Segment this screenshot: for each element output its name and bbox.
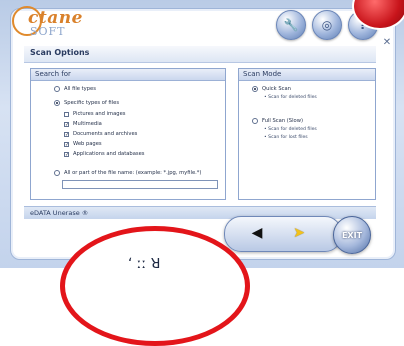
all-file-types-option[interactable]: All file types [54, 86, 96, 92]
scan-button[interactable]: ◎ [312, 10, 342, 40]
search-for-header: Search for [31, 69, 225, 81]
type-label: Pictures and images [73, 111, 126, 117]
full-scan-label: Full Scan (Slow) [262, 118, 303, 124]
type-checkbox-documents[interactable]: ✓ Documents and archives [64, 131, 137, 137]
type-label: Documents and archives [73, 131, 138, 137]
tools-icon: 🔧 [283, 18, 299, 32]
product-name: eDATA Unerase ® [30, 209, 89, 217]
checkbox-checked-icon: ✓ [64, 131, 70, 138]
navigation-pill [224, 216, 342, 252]
radio-selected-icon [252, 86, 258, 92]
close-icon: ✕ [382, 36, 392, 48]
type-label: Multimedia [73, 121, 102, 127]
logo-text-bottom: SOFT [30, 25, 66, 38]
specific-types-label: Specific types of files [64, 100, 120, 106]
quick-scan-label: Quick Scan [262, 86, 291, 92]
file-name-input[interactable] [62, 180, 218, 189]
next-cursor-icon: ➤ [293, 225, 305, 241]
exit-button[interactable]: EXIT [333, 216, 371, 254]
search-scan-icon: ◎ [321, 18, 333, 32]
window-frame: ctane SOFT 🔧 ◎ ? ✕ Scan Options Search f… [0, 0, 404, 346]
full-scan-description-2: • Scan for lost files [264, 135, 308, 140]
scan-mode-header: Scan Mode [239, 69, 375, 81]
radio-unselected-icon [54, 86, 60, 92]
back-button[interactable]: ◀ [244, 220, 270, 246]
app-logo: ctane SOFT [12, 6, 92, 40]
exit-label: EXIT [341, 230, 363, 240]
checkbox-checked-icon: ✓ [64, 121, 70, 128]
quick-scan-description: • Scan for deleted files [264, 95, 317, 100]
specific-types-option[interactable]: Specific types of files [54, 100, 119, 106]
red-highlight-circle [60, 226, 250, 346]
next-button[interactable]: ➤ [286, 220, 312, 246]
radio-unselected-icon [252, 118, 258, 124]
type-checkbox-web-pages[interactable]: ✓ Web pages [64, 141, 102, 147]
file-name-label: All or part of the file name: (example: … [64, 170, 202, 176]
page-title: Scan Options [30, 48, 90, 57]
close-button[interactable]: ✕ [380, 36, 394, 48]
type-label: Web pages [73, 141, 102, 147]
full-scan-description-1: • Scan for deleted files [264, 127, 317, 132]
checkbox-checked-icon: ✓ [64, 141, 70, 148]
checkbox-checked-icon: ✓ [64, 151, 70, 158]
full-scan-option[interactable]: Full Scan (Slow) [252, 118, 303, 124]
type-checkbox-applications[interactable]: ✓ Applications and databases [64, 151, 145, 157]
all-file-types-label: All file types [64, 86, 96, 92]
quick-scan-option[interactable]: Quick Scan [252, 86, 291, 92]
type-checkbox-pictures[interactable]: Pictures and images [64, 111, 125, 117]
back-arrow-icon: ◀ [251, 225, 263, 241]
radio-unselected-icon [54, 170, 60, 176]
checkbox-unchecked-icon [64, 111, 69, 117]
magnified-partial-text: ʻ ːː ꓤ [128, 256, 161, 272]
type-label: Applications and databases [73, 151, 145, 157]
file-name-option[interactable]: All or part of the file name: (example: … [54, 170, 201, 176]
radio-selected-icon [54, 100, 60, 106]
type-checkbox-multimedia[interactable]: ✓ Multimedia [64, 121, 102, 127]
section-title-bar: Scan Options [24, 46, 376, 63]
tools-button[interactable]: 🔧 [276, 10, 306, 40]
